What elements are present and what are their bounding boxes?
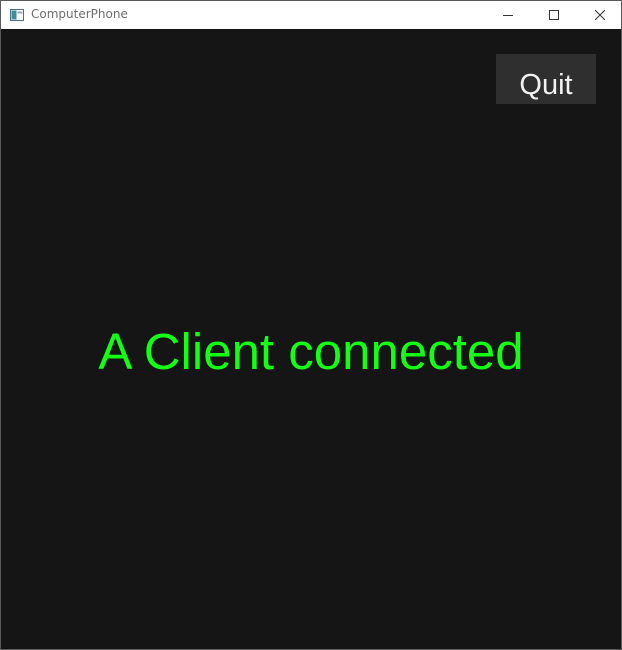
main-canvas: Quit A Client connected xyxy=(1,29,621,649)
maximize-icon xyxy=(549,10,559,20)
app-window: ComputerPhone Quit A Client connected xyxy=(0,0,622,650)
minimize-button[interactable] xyxy=(485,1,531,29)
close-icon xyxy=(595,10,605,20)
minimize-icon xyxy=(503,10,513,20)
connection-status-text: A Client connected xyxy=(98,323,524,380)
title-bar[interactable]: ComputerPhone xyxy=(1,1,621,29)
maximize-button[interactable] xyxy=(531,1,577,29)
app-window-icon xyxy=(10,8,24,21)
quit-button[interactable]: Quit xyxy=(496,54,596,104)
close-button[interactable] xyxy=(577,1,622,29)
window-title: ComputerPhone xyxy=(31,7,128,21)
